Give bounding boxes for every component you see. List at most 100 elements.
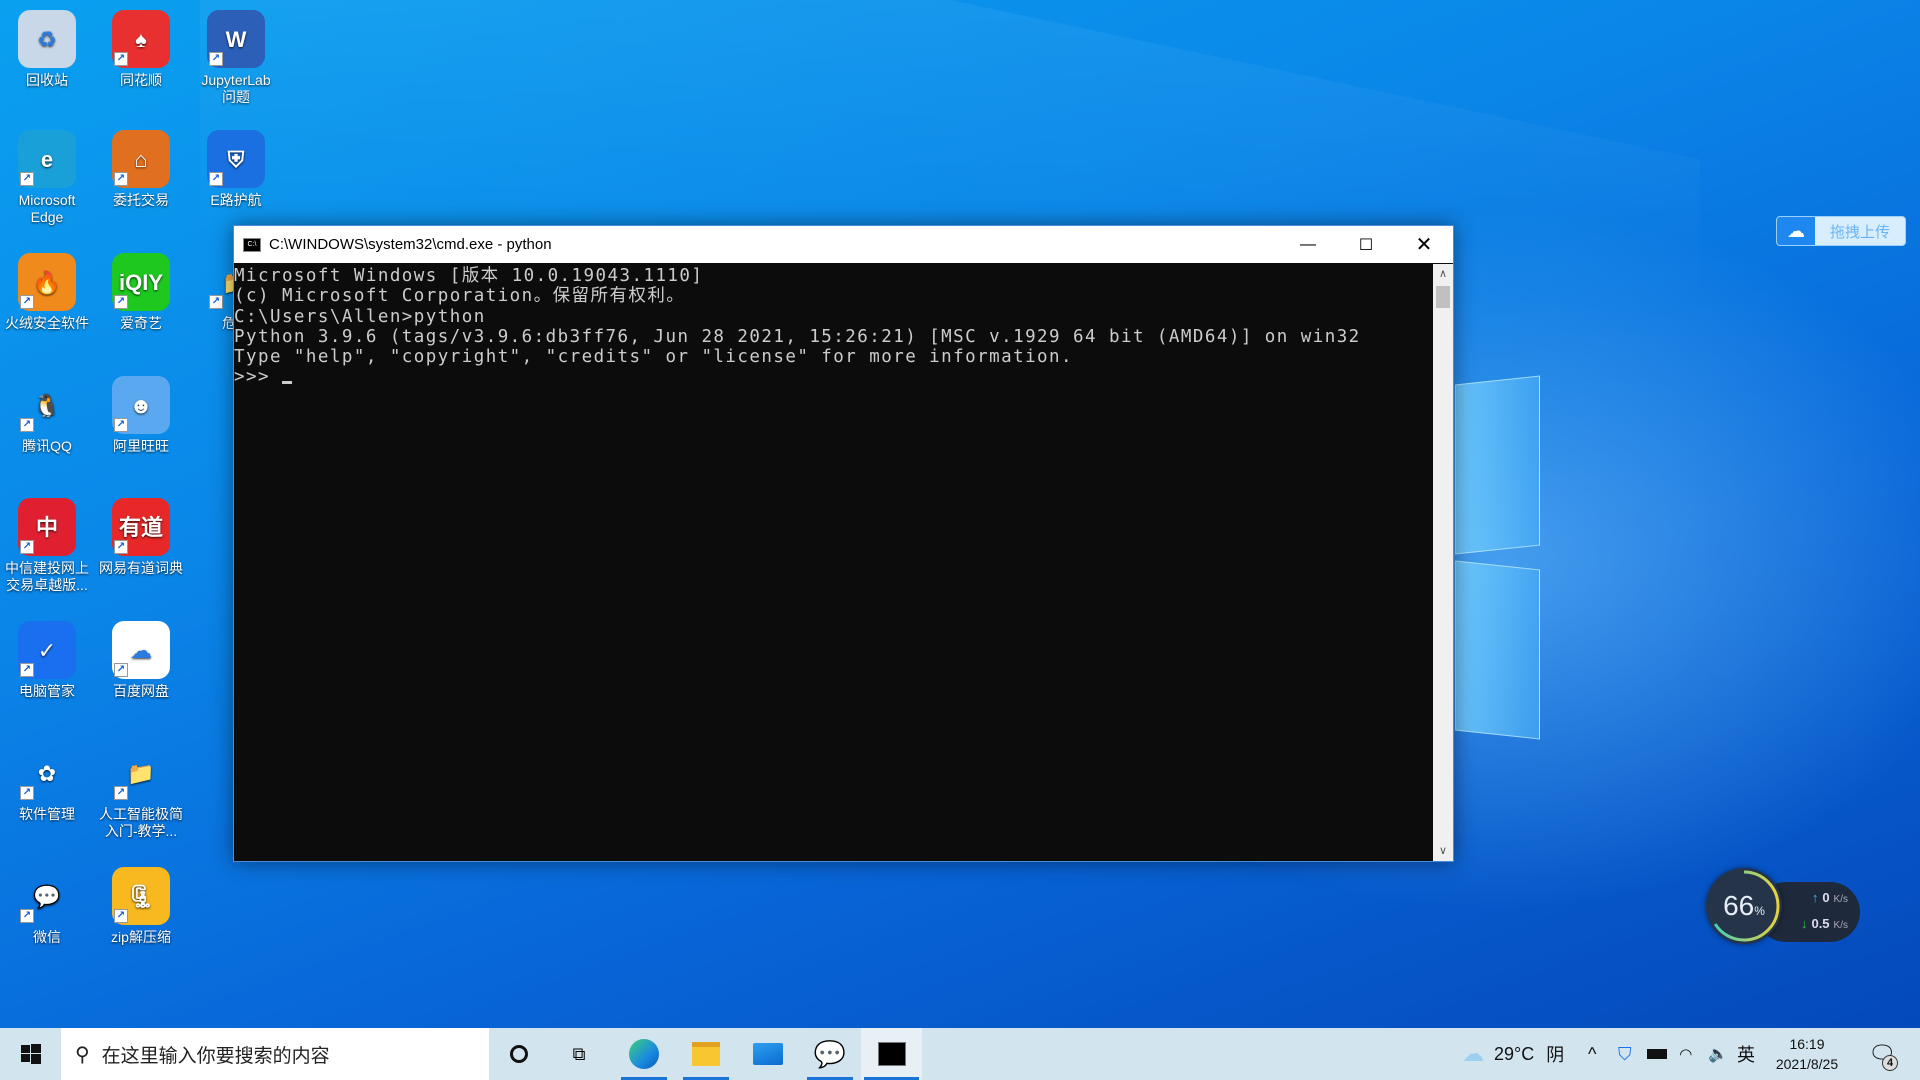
desktop-icon[interactable]: ♻ 回收站: [0, 10, 94, 89]
maximize-button[interactable]: ☐: [1337, 226, 1395, 263]
tray-battery[interactable]: [1647, 1028, 1667, 1080]
task-view-button[interactable]: ⧉: [557, 1028, 601, 1080]
desktop-icon[interactable]: 💬 ↗ 微信: [0, 867, 94, 946]
memory-percent-value: 66: [1723, 890, 1755, 921]
notification-count: 4: [1882, 1055, 1898, 1071]
shortcut-arrow-icon: ↗: [209, 172, 223, 186]
console-line: Microsoft Windows [版本 10.0.19043.1110]: [234, 266, 704, 286]
tray-network[interactable]: ◜◝: [1680, 1028, 1692, 1080]
desktop-icon-label: JupyterLab 问题: [201, 72, 271, 105]
icon-glyph: 🐧: [33, 392, 61, 418]
desktop-icon[interactable]: 📁 ↗ 人工智能极简 入门-教学...: [94, 744, 188, 840]
download-unit: K/s: [1833, 920, 1848, 931]
elu-icon: ⛨ ↗: [207, 130, 265, 188]
desktop-icon-label: 同花顺: [120, 72, 162, 88]
tonghuashun-icon: ♠ ↗: [112, 10, 170, 68]
text-cursor: [281, 381, 292, 385]
console-line: Python 3.9.6 (tags/v3.9.6:db3ff76, Jun 2…: [234, 326, 1361, 347]
desktop-icon-label: E路护航: [210, 192, 262, 208]
icon-glyph: 中: [35, 514, 58, 540]
shortcut-arrow-icon: ↗: [114, 172, 128, 186]
tray-volume[interactable]: 🔈: [1708, 1028, 1728, 1080]
weather-widget[interactable]: ☁ 29°C 阴: [1462, 1028, 1564, 1080]
desktop-icon-label: 委托交易: [113, 192, 169, 208]
shortcut-arrow-icon: ↗: [20, 909, 34, 923]
console-prompt: >>>: [234, 367, 282, 388]
taskbar-mail[interactable]: [742, 1028, 794, 1080]
shortcut-arrow-icon: ↗: [20, 786, 34, 800]
memory-percent: 66%: [1706, 868, 1782, 944]
cmd-window[interactable]: C:\ C:\WINDOWS\system32\cmd.exe - python…: [233, 225, 1454, 862]
huorong-icon: 🔥 ↗: [18, 253, 76, 311]
desktop-icon-label: 电脑管家: [19, 683, 75, 699]
upload-unit: K/s: [1833, 894, 1848, 905]
shortcut-arrow-icon: ↗: [209, 295, 223, 309]
start-button[interactable]: [12, 1028, 50, 1080]
icon-glyph: ⛨: [227, 146, 245, 172]
desktop-icon-label: zip解压缩: [111, 929, 171, 945]
console-line: Type "help", "copyright", "credits" or "…: [234, 347, 1074, 368]
desktop-icon[interactable]: ☁ ↗ 百度网盘: [94, 621, 188, 700]
desktop-icon-label: 微信: [33, 929, 61, 945]
chevron-up-icon: ^: [1588, 1043, 1597, 1064]
desktop-icon[interactable]: 🗜 ↗ zip解压缩: [94, 867, 188, 946]
desktop-icon[interactable]: W ↗ JupyterLab 问题: [189, 10, 283, 106]
memory-percent-unit: %: [1754, 904, 1765, 918]
desktop-icon[interactable]: e ↗ Microsoft Edge: [0, 130, 94, 226]
desktop-icon[interactable]: ☻ ↗ 阿里旺旺: [94, 376, 188, 455]
shortcut-arrow-icon: ↗: [114, 418, 128, 432]
scroll-thumb[interactable]: [1436, 286, 1450, 308]
scroll-down-button[interactable]: ∨: [1433, 841, 1453, 861]
show-hidden-icons-button[interactable]: ^: [1588, 1028, 1596, 1080]
desktop-icon[interactable]: 🔥 ↗ 火绒安全软件: [0, 253, 94, 332]
download-speed: 0.5: [1811, 916, 1830, 931]
icon-glyph: ✿: [37, 760, 57, 786]
console-output[interactable]: Microsoft Windows [版本 10.0.19043.1110] (c…: [234, 264, 1433, 861]
icon-glyph: W: [225, 26, 247, 52]
shortcut-arrow-icon: ↗: [114, 909, 128, 923]
aliwangwang-icon: ☻ ↗: [112, 376, 170, 434]
taskbar-edge[interactable]: [618, 1028, 670, 1080]
icon-glyph: ☻: [129, 392, 153, 418]
scroll-up-button[interactable]: ∧: [1433, 264, 1453, 284]
desktop-icon[interactable]: 有道 ↗ 网易有道词典: [94, 498, 188, 577]
windows-wallpaper-logo: [1455, 375, 1545, 740]
taskbar-wechat[interactable]: 💬: [804, 1028, 856, 1080]
task-view-icon: ⧉: [572, 1043, 586, 1064]
baidu-upload-button[interactable]: ☁ 拖拽上传: [1776, 216, 1906, 246]
clock-date: 2021/8/25: [1775, 1056, 1839, 1072]
minimize-button[interactable]: —: [1279, 226, 1337, 263]
vertical-scrollbar[interactable]: ∧ ∨: [1433, 264, 1453, 861]
wifi-icon: ◜◝: [1680, 1046, 1692, 1063]
desktop-icon[interactable]: 🐧 ↗ 腾讯QQ: [0, 376, 94, 455]
desktop-icon[interactable]: ⌂ ↗ 委托交易: [94, 130, 188, 209]
edge-icon: [629, 1039, 659, 1069]
search-box[interactable]: ⚲ 在这里输入你要搜索的内容: [61, 1028, 489, 1080]
title-bar[interactable]: C:\ C:\WINDOWS\system32\cmd.exe - python…: [234, 226, 1453, 263]
desktop-icon[interactable]: 中 ↗ 中信建投网上 交易卓越版...: [0, 498, 94, 594]
close-button[interactable]: ✕: [1395, 226, 1453, 263]
desktop-icon[interactable]: ✿ ↗ 软件管理: [0, 744, 94, 823]
taskbar-cmd[interactable]: [861, 1028, 922, 1080]
cortana-icon: [510, 1045, 528, 1063]
action-center-button[interactable]: 🗨 4: [1868, 1028, 1898, 1080]
baidu-netdisk-icon: ☁ ↗: [112, 621, 170, 679]
desktop-icon[interactable]: ♠ ↗ 同花顺: [94, 10, 188, 89]
console-prompt-line: >>>: [234, 367, 1433, 387]
desktop-icon-label: 爱奇艺: [120, 315, 162, 331]
clock[interactable]: 16:19 2021/8/25: [1766, 1034, 1848, 1074]
desktop-icon[interactable]: ✓ ↗ 电脑管家: [0, 621, 94, 700]
ime-label: 英: [1737, 1045, 1755, 1065]
cortana-button[interactable]: [497, 1028, 541, 1080]
tray-pc-manager[interactable]: ⛉: [1618, 1028, 1632, 1080]
input-method-button[interactable]: 英: [1737, 1028, 1755, 1080]
taskbar-file-explorer[interactable]: [680, 1028, 732, 1080]
desktop-icon[interactable]: ⛨ ↗ E路护航: [189, 130, 283, 209]
taskbar: ⚲ 在这里输入你要搜索的内容 ⧉ 💬 ☁ 29°C 阴 ^ ⛉ ◜◝ 🔈 英 1…: [0, 1028, 1920, 1080]
desktop-icon[interactable]: iQIY ↗ 爱奇艺: [94, 253, 188, 332]
window-title: C:\WINDOWS\system32\cmd.exe - python: [269, 236, 552, 253]
pc-manager-icon: ✓ ↗: [18, 621, 76, 679]
edge-icon: e ↗: [18, 130, 76, 188]
windows-start-icon: [21, 1044, 41, 1064]
upload-speed: 0: [1822, 890, 1830, 905]
